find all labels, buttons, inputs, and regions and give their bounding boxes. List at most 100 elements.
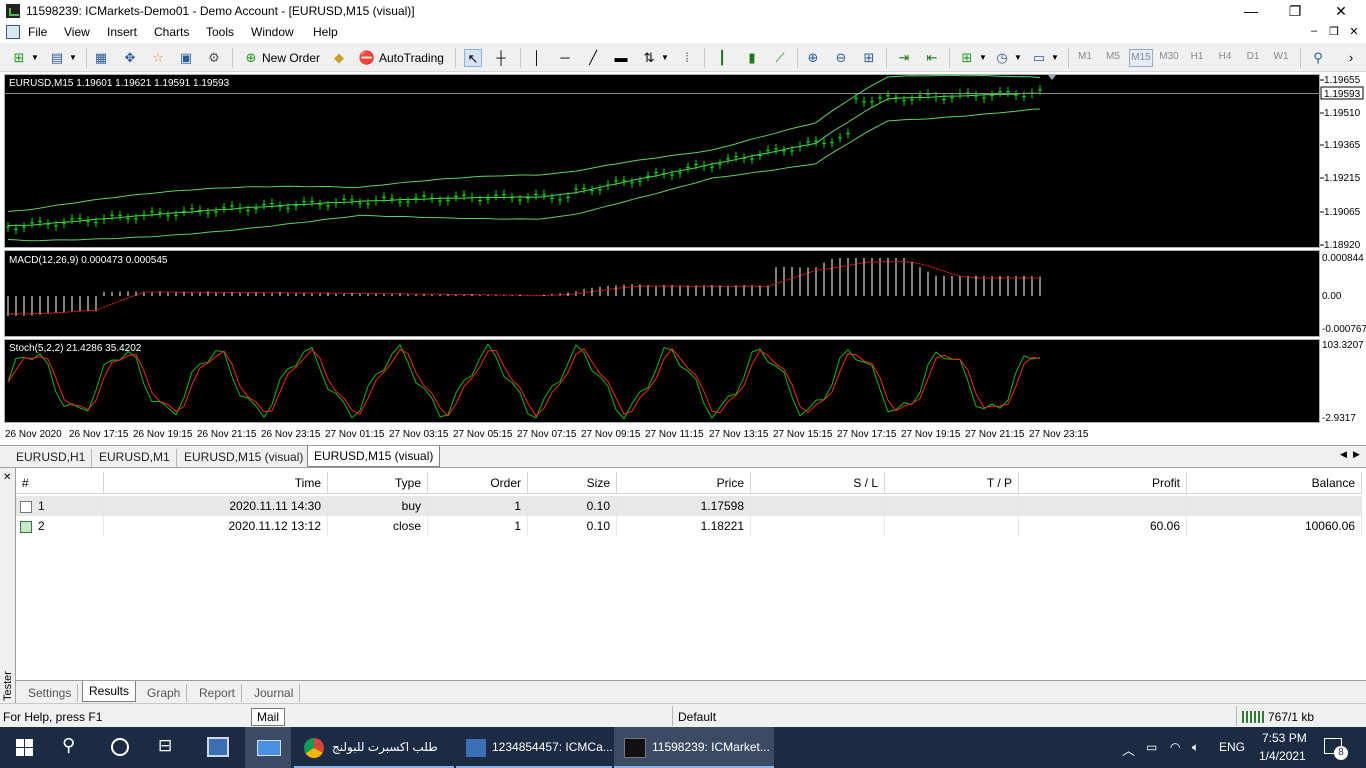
chart-shift-icon[interactable]: ⇥ [895,49,913,67]
menu-insert[interactable]: Insert [107,25,137,39]
text-tools-icon[interactable]: ⁞ [678,49,696,67]
volume-icon[interactable]: 🔈︎ [1192,740,1199,755]
tab-scroll-left-icon[interactable]: ◀ [1340,449,1347,460]
tile-windows-icon[interactable]: ⊞ [860,49,878,67]
start-icon[interactable] [16,739,33,756]
market-watch-icon[interactable]: ▦ [92,49,110,67]
row-sl [751,516,885,536]
table-row[interactable]: 1 2020.11.11 14:30 buy 1 0.10 1.17598 [16,496,1362,516]
col-tp[interactable]: T / P [885,472,1019,494]
chrome-taskbar-button[interactable]: طلب اكسبرت للبولنج [294,727,454,768]
vertical-line-icon[interactable]: │ [528,49,546,67]
tab-scroll-right-icon[interactable]: ▶ [1353,449,1360,460]
col-balance[interactable]: Balance [1187,472,1362,494]
timeframe-d1[interactable]: D1 [1241,51,1265,62]
table-row[interactable]: 2 2020.11.12 13:12 close 1 0.10 1.18221 … [16,516,1362,536]
search-icon[interactable]: ⚲ [62,735,75,756]
new-order-button[interactable]: New Order [262,49,320,67]
cortana-icon[interactable] [111,738,129,756]
autoscroll-icon[interactable]: ⇤ [923,49,941,67]
terminal-icon[interactable]: ▣ [177,49,195,67]
col-order[interactable]: Order [428,472,528,494]
minimize-button[interactable]: — [1228,0,1274,22]
autotrading-icon[interactable]: ⛔ [358,49,376,67]
mail-taskbar-button[interactable] [245,727,291,768]
timeframe-h4[interactable]: H4 [1213,51,1237,62]
wifi-icon[interactable]: ◠ [1170,740,1180,754]
strategy-tester-icon[interactable]: ⚙ [205,49,223,67]
line-chart-icon[interactable]: ⟋ [771,49,789,67]
autotrading-button[interactable]: AutoTrading [379,49,444,67]
tab-settings[interactable]: Settings [22,684,79,702]
menu-file[interactable]: File [28,25,47,39]
chevron-up-icon[interactable]: ︿ [1122,740,1135,759]
clock-time[interactable]: 7:53 PM [1262,731,1307,745]
dropdown-icon[interactable]: ▼ [64,49,82,67]
bar-chart-icon[interactable]: ┃ [713,49,731,67]
col-size[interactable]: Size [528,472,617,494]
col-num[interactable]: # [16,472,104,494]
zoom-out-icon[interactable]: ⊖ [832,49,850,67]
dropdown-icon[interactable]: ▼ [974,49,992,67]
battery-icon[interactable]: ▭ [1146,740,1157,754]
chevron-right-icon[interactable]: › [1342,49,1360,67]
child-minimize-button[interactable]: – [1306,25,1322,41]
price-header: EURUSD,M15 1.19601 1.19621 1.19591 1.195… [9,78,230,89]
child-restore-button[interactable]: ❐ [1326,25,1342,41]
dropdown-icon[interactable]: ▼ [656,49,674,67]
rectangle-icon[interactable]: ▬ [612,49,630,67]
close-icon[interactable]: ✕ [3,472,11,483]
timeframe-m1[interactable]: M1 [1073,51,1097,62]
task-view-icon[interactable]: ⊟ [158,736,172,756]
col-sl[interactable]: S / L [751,472,885,494]
metaeditor-icon[interactable]: ◆ [330,49,348,67]
tab-journal[interactable]: Journal [248,684,301,702]
clock-date[interactable]: 1/4/2021 [1259,749,1306,763]
col-type[interactable]: Type [328,472,428,494]
timeframe-m5[interactable]: M5 [1101,51,1125,62]
child-close-button[interactable]: ✕ [1346,25,1362,41]
document-icon[interactable] [6,25,20,39]
menu-charts[interactable]: Charts [154,25,189,39]
language-indicator[interactable]: ENG [1219,740,1245,754]
maximize-button[interactable]: ❐ [1272,0,1318,22]
timeframe-m30[interactable]: M30 [1157,51,1181,62]
icmca-taskbar-button[interactable]: 1234854457: ICMCa... [456,727,613,768]
store-icon[interactable] [207,737,229,757]
chart-tab-eurusd-m1[interactable]: EURUSD,M1 [93,449,177,467]
tab-results[interactable]: Results [82,681,137,702]
menu-view[interactable]: View [64,25,90,39]
col-price[interactable]: Price [617,472,751,494]
new-order-icon[interactable]: ⊕ [242,49,260,67]
timeframe-h1[interactable]: H1 [1185,51,1209,62]
candlestick-icon[interactable]: ▮ [743,49,761,67]
dropdown-icon[interactable]: ▼ [1046,49,1064,67]
timeframe-w1[interactable]: W1 [1269,51,1293,62]
menu-tools[interactable]: Tools [206,25,234,39]
chart-tab-eurusd-m15-visual-active[interactable]: EURUSD,M15 (visual) [307,446,441,467]
timeframe-m15[interactable]: M15 [1129,49,1153,67]
navigator-icon[interactable]: ✥ [121,49,139,67]
col-time[interactable]: Time [104,472,328,494]
chart-tab-eurusd-m15-visual[interactable]: EURUSD,M15 (visual) [178,449,311,467]
search-icon[interactable]: ⚲ [1309,49,1327,67]
menu-help[interactable]: Help [313,25,338,39]
zoom-in-icon[interactable]: ⊕ [804,49,822,67]
trendline-icon[interactable]: ╱ [584,49,602,67]
data-window-icon[interactable]: ☆ [149,49,167,67]
dropdown-icon[interactable]: ▼ [26,49,44,67]
menu-window[interactable]: Window [251,25,294,39]
chart-tab-eurusd-h1[interactable]: EURUSD,H1 [10,449,93,467]
tab-graph[interactable]: Graph [141,684,188,702]
icmarkets-taskbar-button[interactable]: 11598239: ICMarket... [614,727,774,768]
dropdown-icon[interactable]: ▼ [1009,49,1027,67]
cursor-icon[interactable]: ↖ [464,49,482,67]
row-profit [1019,496,1187,516]
horizontal-line-icon[interactable]: ─ [556,49,574,67]
price-chart[interactable]: EURUSD,M15 1.19601 1.19621 1.19591 1.195… [0,72,1366,445]
crosshair-icon[interactable]: ┼ [492,49,510,67]
tab-report[interactable]: Report [193,684,243,702]
close-window-button[interactable]: ✕ [1318,0,1364,22]
chart-window[interactable]: EURUSD,M15 1.19601 1.19621 1.19591 1.195… [0,72,1366,445]
col-profit[interactable]: Profit [1019,472,1187,494]
